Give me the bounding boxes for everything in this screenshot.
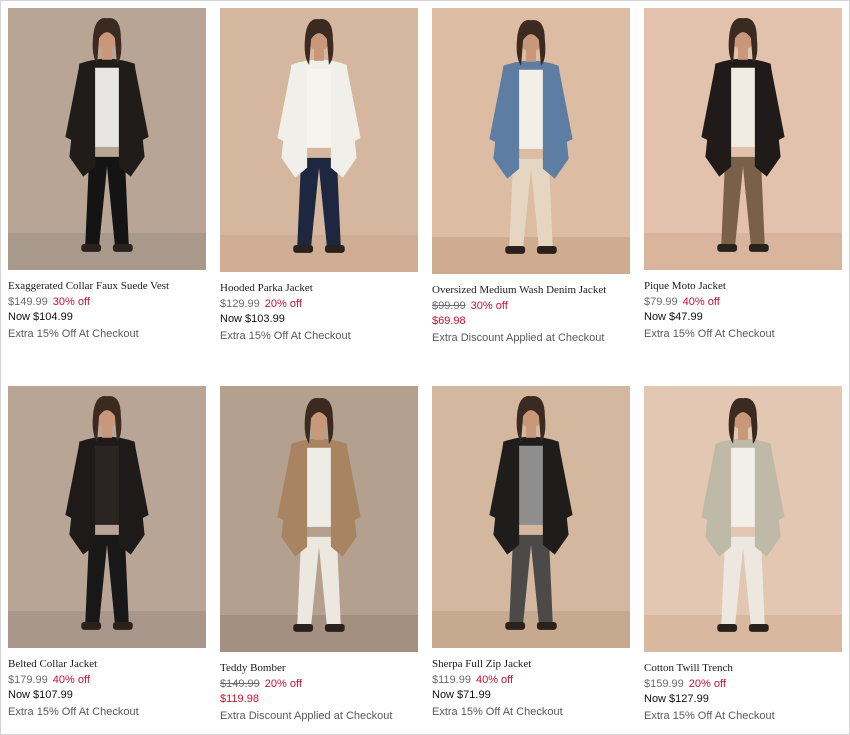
product-card[interactable]: Teddy Bomber $149.99 20% off $119.98 Extr… [220,386,420,724]
product-card[interactable]: Exaggerated Collar Faux Suede Vest $149.… [8,8,208,342]
product-card[interactable]: Belted Collar Jacket $179.99 40% off Now … [8,386,208,720]
model-shoe [505,621,526,630]
model-pants [509,534,553,624]
model-shoe [717,623,738,632]
product-name[interactable]: Oversized Medium Wash Denim Jacket [432,283,632,297]
promo-text: Extra 15% Off At Checkout [644,710,775,722]
product-card[interactable]: Sherpa Full Zip Jacket $119.99 40% off No… [432,386,632,720]
sale-price: Now $103.99 [220,313,285,325]
model-shoe [536,621,557,630]
model-pants [721,536,765,626]
model-figure [277,398,361,632]
discount-percent: 30% off [52,296,90,308]
promo-text: Extra 15% Off At Checkout [220,330,351,342]
product-name[interactable]: Exaggerated Collar Faux Suede Vest [8,279,208,293]
model-shoe [536,245,557,254]
product-image[interactable] [432,386,630,648]
discount-percent: 40% off [682,296,720,308]
model-shoe [81,243,102,252]
promo-text: Extra Discount Applied at Checkout [432,332,605,344]
model-figure [65,396,149,630]
original-price: $119.99 [432,674,471,686]
model-pants [297,157,341,247]
product-name[interactable]: Cotton Twill Trench [644,661,844,675]
model-pants [297,536,341,626]
product-name[interactable]: Pique Moto Jacket [644,279,844,293]
promo-text: Extra 15% Off At Checkout [644,328,775,340]
promo-text: Extra 15% Off At Checkout [432,706,563,718]
product-name[interactable]: Teddy Bomber [220,661,420,675]
original-price: $129.99 [220,298,260,310]
original-price: $79.99 [644,296,678,308]
model-pants [85,156,129,246]
model-figure [65,18,149,252]
original-price: $149.99 [220,678,260,690]
model-shoe [293,244,314,253]
product-card[interactable]: Hooded Parka Jacket $129.99 20% off Now $… [220,8,420,344]
model-shoe [748,623,769,632]
discount-percent: 20% off [264,678,302,690]
price-row: $159.99 20% off [644,677,844,692]
discount-percent: 40% off [475,674,514,686]
sale-price: Now $104.99 [8,311,73,323]
product-image[interactable] [220,386,418,652]
sale-price: Now $47.99 [644,311,703,323]
promo-text: Extra Discount Applied at Checkout [220,710,393,722]
original-price: $149.99 [8,296,48,308]
product-image[interactable] [432,8,630,274]
model-figure [277,19,361,253]
original-price: $99.99 [432,300,466,312]
model-pants [85,534,129,624]
product-card[interactable]: Pique Moto Jacket $79.99 40% off Now $47.… [644,8,844,342]
original-price: $159.99 [644,678,684,690]
product-image[interactable] [644,8,842,270]
model-shoe [717,243,738,252]
model-shoe [324,244,345,253]
price-row: $179.99 40% off [8,673,208,688]
model-figure [489,20,573,254]
sale-price: Now $127.99 [644,693,709,705]
price-row: $99.99 30% off [432,299,632,314]
model-shoe [112,243,133,252]
promo-text: Extra 15% Off At Checkout [8,328,139,340]
sale-price: $69.98 [432,315,466,327]
product-image[interactable] [8,386,206,648]
model-shoe [112,621,133,630]
product-name[interactable]: Belted Collar Jacket [8,657,208,671]
model-figure [701,18,785,252]
sale-price: $119.98 [220,693,259,705]
promo-text: Extra 15% Off At Checkout [8,706,139,718]
price-row: $149.99 20% off [220,677,420,692]
discount-percent: 20% off [264,298,302,310]
product-card[interactable]: Cotton Twill Trench $159.99 20% off Now $… [644,386,844,724]
price-row: $119.99 40% off [432,673,632,688]
model-pants [509,158,553,248]
model-pants [721,156,765,246]
product-name[interactable]: Sherpa Full Zip Jacket [432,657,632,671]
model-figure [701,398,785,632]
product-card[interactable]: Oversized Medium Wash Denim Jacket $99.9… [432,8,632,346]
model-shoe [505,245,526,254]
price-row: $79.99 40% off [644,295,844,310]
sale-price: Now $71.99 [432,689,491,701]
price-row: $149.99 30% off [8,295,208,310]
discount-percent: 20% off [688,678,726,690]
original-price: $179.99 [8,674,48,686]
discount-percent: 40% off [52,674,90,686]
model-shoe [81,621,102,630]
model-figure [489,396,573,630]
price-row: $129.99 20% off [220,297,420,312]
model-shoe [324,623,345,632]
product-image[interactable] [220,8,418,272]
model-shoe [748,243,769,252]
model-shoe [293,623,314,632]
product-name[interactable]: Hooded Parka Jacket [220,281,420,295]
sale-price: Now $107.99 [8,689,73,701]
discount-percent: 30% off [470,300,508,312]
product-image[interactable] [8,8,206,270]
product-image[interactable] [644,386,842,652]
